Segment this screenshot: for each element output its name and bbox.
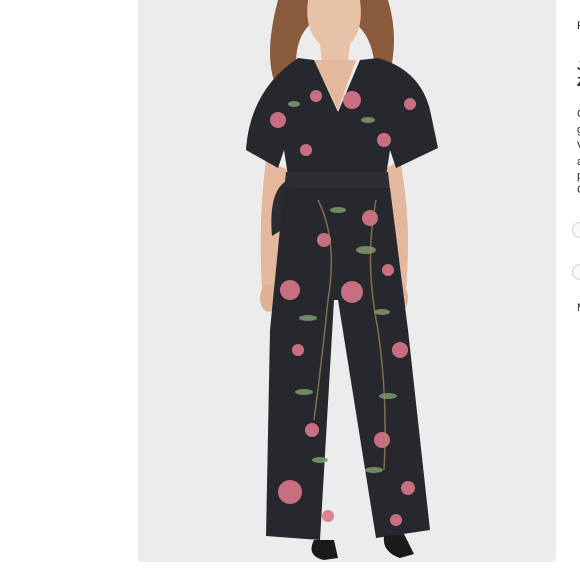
left-blank-area	[0, 0, 138, 580]
page: F J Z C g V a p C M	[0, 0, 580, 580]
jumpsuit-model-image	[138, 0, 556, 562]
product-photo[interactable]	[138, 0, 556, 562]
product-info-panel: F J Z C g V a p C M	[567, 0, 580, 580]
photo-bottom-strip	[138, 562, 580, 580]
